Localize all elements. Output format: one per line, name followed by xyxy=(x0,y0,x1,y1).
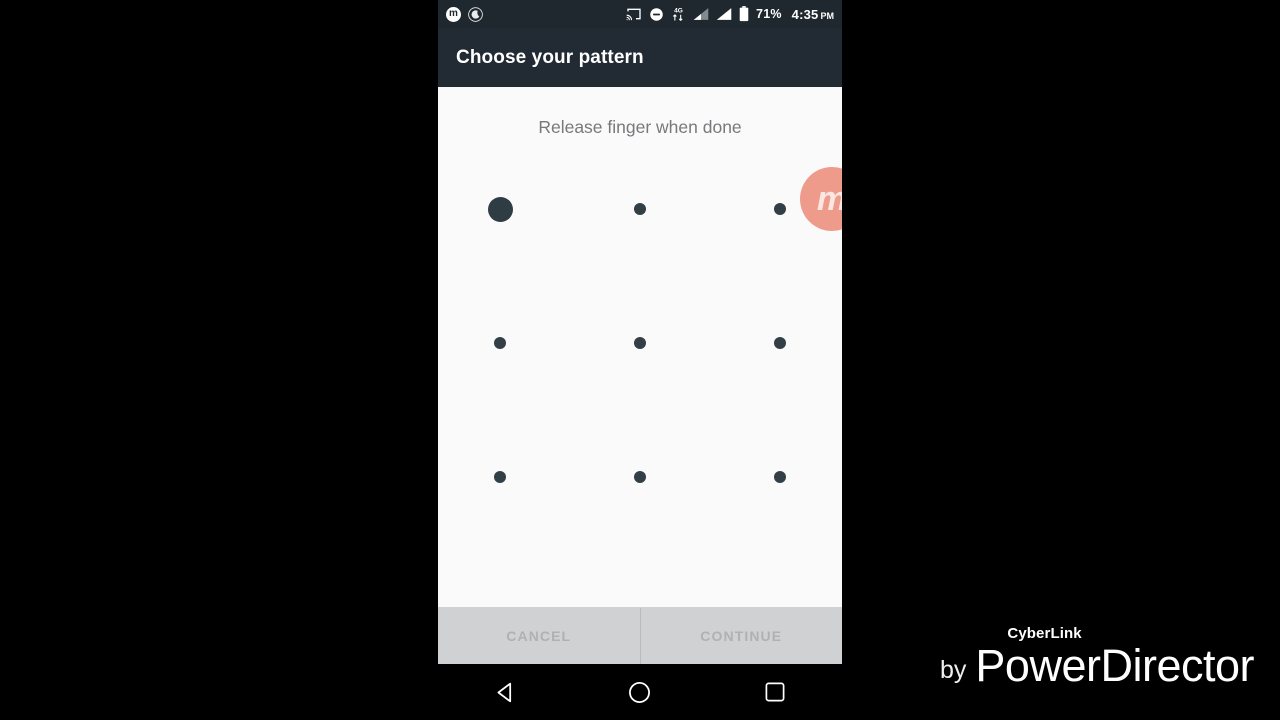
signal-sim2-icon xyxy=(716,8,732,20)
signal-sim1-icon xyxy=(693,8,709,20)
do-not-disturb-moon-icon xyxy=(468,6,483,22)
pattern-row[interactable] xyxy=(486,329,794,357)
pattern-dot-1[interactable] xyxy=(486,195,514,223)
app-watermark-badge: m xyxy=(800,167,842,231)
pattern-dot-idle[interactable] xyxy=(634,203,646,215)
app-title-bar: Choose your pattern xyxy=(438,28,842,87)
pattern-row[interactable] xyxy=(486,463,794,491)
nav-recents-button[interactable] xyxy=(747,664,803,720)
status-bar-right-icons: 4G 71% 4:35 PM xyxy=(626,6,834,22)
app-notification-icon: m xyxy=(446,6,461,22)
pattern-dot-3[interactable] xyxy=(766,195,794,223)
status-bar-clock: 4:35 PM xyxy=(792,8,834,21)
status-bar: m 4G 71% 4:35 PM xyxy=(438,0,842,28)
nav-home-button[interactable] xyxy=(612,664,668,720)
pattern-dot-6[interactable] xyxy=(766,329,794,357)
clock-time-label: 4:35 xyxy=(791,6,819,22)
pattern-dot-selected[interactable] xyxy=(487,196,513,222)
app-watermark-letter: m xyxy=(817,182,842,216)
powerdirector-watermark: by CyberLink PowerDirector xyxy=(940,626,1254,691)
action-button-bar: CANCEL CONTINUE xyxy=(438,607,842,664)
cancel-button[interactable]: CANCEL xyxy=(438,607,640,664)
pattern-dot-2[interactable] xyxy=(626,195,654,223)
pattern-dot-idle[interactable] xyxy=(634,471,646,483)
pattern-row[interactable] xyxy=(486,195,794,223)
pattern-content-area[interactable]: Release finger when done m xyxy=(438,87,842,607)
clock-meridiem-label: PM xyxy=(820,10,835,21)
do-not-disturb-icon xyxy=(650,7,663,21)
pattern-dot-idle[interactable] xyxy=(494,337,506,349)
pattern-dot-idle[interactable] xyxy=(774,471,786,483)
recents-square-icon xyxy=(765,682,785,702)
battery-icon xyxy=(739,6,749,22)
continue-button[interactable]: CONTINUE xyxy=(641,607,843,664)
pattern-lock-grid[interactable] xyxy=(486,195,794,491)
battery-percent-label: 71% xyxy=(756,6,782,21)
home-circle-icon xyxy=(629,681,651,703)
pattern-dot-7[interactable] xyxy=(486,463,514,491)
watermark-by-label: by xyxy=(940,656,967,684)
android-navigation-bar xyxy=(438,664,842,720)
pattern-dot-4[interactable] xyxy=(486,329,514,357)
network-4g-icon: 4G xyxy=(673,8,683,21)
page-title: Choose your pattern xyxy=(456,46,644,68)
watermark-cyberlink-label: CyberLink xyxy=(1007,625,1082,642)
watermark-brand-stack: CyberLink PowerDirector xyxy=(975,626,1254,691)
pattern-dot-idle[interactable] xyxy=(494,471,506,483)
svg-text:4G: 4G xyxy=(674,8,683,15)
back-triangle-icon xyxy=(497,682,511,702)
status-bar-left-icons: m xyxy=(446,6,483,22)
nav-back-button[interactable] xyxy=(477,664,533,720)
cast-icon xyxy=(626,8,641,21)
pattern-dot-8[interactable] xyxy=(626,463,654,491)
pattern-dot-idle[interactable] xyxy=(634,337,646,349)
phone-screen: m 4G 71% 4:35 PM Choose your pattern Rel… xyxy=(438,0,842,664)
pattern-dot-idle[interactable] xyxy=(774,203,786,215)
pattern-dot-5[interactable] xyxy=(626,329,654,357)
watermark-product-label: PowerDirector xyxy=(975,640,1254,691)
pattern-dot-9[interactable] xyxy=(766,463,794,491)
screen-root: m 4G 71% 4:35 PM Choose your pattern Rel… xyxy=(0,0,1280,720)
instruction-label: Release finger when done xyxy=(538,117,742,137)
pattern-dot-idle[interactable] xyxy=(774,337,786,349)
